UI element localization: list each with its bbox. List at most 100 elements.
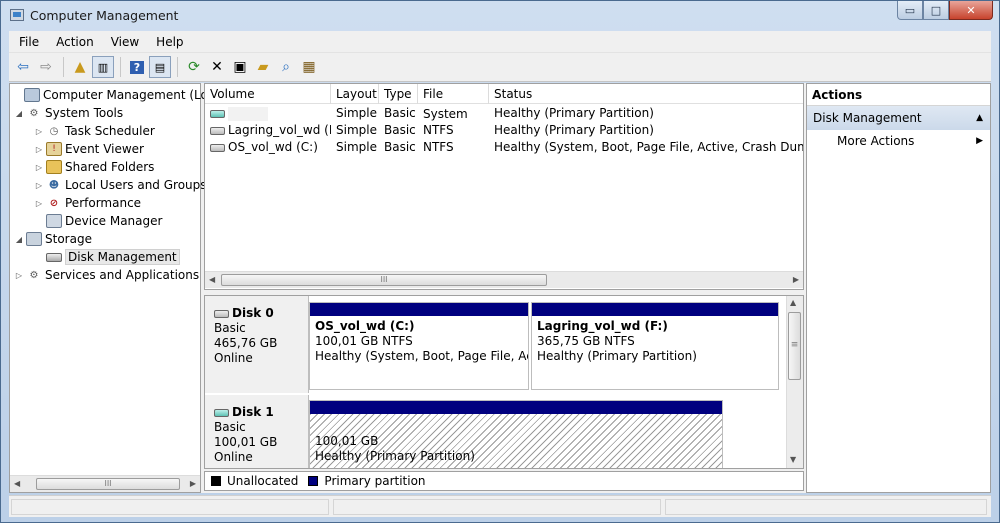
- menu-view[interactable]: View: [101, 35, 146, 49]
- expand-arrow-icon[interactable]: ▷: [14, 271, 24, 280]
- expand-arrow-icon[interactable]: ▷: [34, 199, 44, 208]
- scroll-down-icon[interactable]: ▼: [790, 455, 796, 464]
- disk-type: Basic: [214, 420, 246, 434]
- back-icon[interactable]: ⇦: [12, 56, 34, 78]
- toolbar-separator: [177, 57, 178, 77]
- actions-heading: Actions: [807, 84, 990, 106]
- partition-os-vol-wd[interactable]: OS_vol_wd (C:) 100,01 GB NTFS Healthy (S…: [309, 302, 529, 390]
- column-header-layout[interactable]: Layout: [331, 84, 379, 104]
- refresh-icon[interactable]: ⟳: [183, 56, 205, 78]
- services-icon: ⚙: [29, 269, 39, 281]
- collapse-section-icon[interactable]: ▲: [976, 106, 983, 130]
- disk-management-icon: [46, 252, 62, 262]
- tree-item-label: Event Viewer: [65, 142, 144, 156]
- properties-icon[interactable]: ▣: [229, 56, 251, 78]
- tree-item-label: Disk Management: [65, 249, 180, 265]
- partition-disk-1[interactable]: 100,01 GB Healthy (Primary Partition): [309, 400, 723, 468]
- expand-arrow-icon[interactable]: ▷: [34, 181, 44, 190]
- menu-action[interactable]: Action: [46, 35, 101, 49]
- tree-item-disk-management[interactable]: Disk Management: [34, 248, 180, 266]
- volume-list: Volume Layout Type File System Status Si…: [204, 83, 804, 290]
- menu-file[interactable]: File: [9, 35, 46, 49]
- tree-horizontal-scrollbar[interactable]: ◀ III ▶: [10, 475, 200, 492]
- volume-list-horizontal-scrollbar[interactable]: ◀ III ▶: [205, 271, 803, 288]
- partition-lagring-vol-wd[interactable]: Lagring_vol_wd (F:) 365,75 GB NTFS Healt…: [531, 302, 779, 390]
- collapse-arrow-icon[interactable]: ◢: [14, 235, 24, 244]
- volume-row[interactable]: OS_vol_wd (C:) Simple Basic NTFS Healthy…: [205, 139, 803, 156]
- tree-item-computer-management[interactable]: Computer Management (Local): [12, 86, 230, 104]
- maximize-button[interactable]: □: [923, 1, 949, 20]
- disk-0-info[interactable]: Disk 0 Basic 465,76 GB Online: [205, 296, 309, 393]
- menu-help[interactable]: Help: [146, 35, 190, 49]
- scrollbar-thumb[interactable]: III: [36, 478, 180, 490]
- disk-size: 465,76 GB: [214, 336, 278, 350]
- show-hide-action-pane-icon[interactable]: ▤: [149, 56, 171, 78]
- minimize-button[interactable]: ▭: [897, 1, 923, 20]
- volume-file-system: [418, 105, 489, 122]
- tree-item-label: Storage: [45, 232, 92, 246]
- show-hide-tree-icon[interactable]: ▥: [92, 56, 114, 78]
- help-icon[interactable]: ?: [126, 56, 148, 78]
- close-button[interactable]: ✕: [949, 1, 993, 20]
- volume-status: Healthy (Primary Partition): [494, 123, 654, 137]
- disk-view-vertical-scrollbar[interactable]: ▲ ≡ ▼: [786, 296, 803, 468]
- partition-size: 365,75 GB NTFS: [537, 334, 635, 348]
- expand-arrow-icon[interactable]: ▷: [34, 145, 44, 154]
- disk-graphical-view: Disk 0 Basic 465,76 GB Online OS_vol_wd …: [204, 295, 804, 469]
- disk-1-info[interactable]: Disk 1 Basic 100,01 GB Online: [205, 395, 309, 468]
- collapse-arrow-icon[interactable]: ◢: [14, 109, 24, 118]
- actions-section-disk-management[interactable]: Disk Management ▲: [807, 106, 990, 130]
- scrollbar-thumb[interactable]: ≡: [788, 312, 801, 380]
- partition-size: 100,01 GB NTFS: [315, 334, 413, 348]
- scroll-up-icon[interactable]: ▲: [790, 298, 796, 307]
- scroll-right-icon[interactable]: ▶: [190, 479, 196, 488]
- tree-item-shared-folders[interactable]: ▷ Shared Folders: [34, 158, 154, 176]
- more-actions-item[interactable]: More Actions ▶: [807, 130, 990, 152]
- scroll-left-icon[interactable]: ◀: [14, 479, 20, 488]
- scroll-right-icon[interactable]: ▶: [793, 275, 799, 284]
- volume-row[interactable]: Lagring_vol_wd (F:) Simple Basic NTFS He…: [205, 122, 803, 139]
- tree-item-system-tools[interactable]: ◢ ⚙ System Tools: [14, 104, 123, 122]
- column-header-type[interactable]: Type: [379, 84, 418, 104]
- window-title: Computer Management: [30, 8, 179, 23]
- primary-partition-bar: [310, 303, 528, 316]
- forward-icon[interactable]: ⇨: [35, 56, 57, 78]
- open-folder-icon[interactable]: ▰: [252, 56, 274, 78]
- tree-item-services-and-applications[interactable]: ▷ ⚙ Services and Applications: [14, 266, 199, 284]
- volume-layout: Simple: [336, 123, 377, 137]
- tools-icon: ⚙: [29, 107, 39, 119]
- partition-name: Lagring_vol_wd (F:): [537, 319, 668, 333]
- volume-row[interactable]: Simple Basic Healthy (Primary Partition): [205, 105, 803, 122]
- performance-icon: ⊘: [49, 197, 59, 209]
- console-tree: Computer Management (Local) ◢ ⚙ System T…: [9, 83, 230, 493]
- tree-item-storage[interactable]: ◢ Storage: [14, 230, 92, 248]
- scrollbar-thumb[interactable]: III: [221, 274, 547, 286]
- expand-arrow-icon[interactable]: ▷: [34, 163, 44, 172]
- tree-item-local-users-and-groups[interactable]: ▷ ☻ Local Users and Groups: [34, 176, 207, 194]
- delete-icon[interactable]: ✕: [206, 56, 228, 78]
- tree-item-device-manager[interactable]: Device Manager: [34, 212, 162, 230]
- tree-item-task-scheduler[interactable]: ▷ ◷ Task Scheduler: [34, 122, 155, 140]
- disk-state: Online: [214, 450, 253, 464]
- expand-arrow-icon[interactable]: ▷: [34, 127, 44, 136]
- up-folder-icon[interactable]: ▲: [69, 56, 91, 78]
- tree-item-performance[interactable]: ▷ ⊘ Performance: [34, 194, 141, 212]
- primary-partition-swatch: [308, 476, 319, 486]
- tree-item-event-viewer[interactable]: ▷ ! Event Viewer: [34, 140, 144, 158]
- column-header-volume[interactable]: Volume: [205, 84, 331, 104]
- more-actions-label: More Actions: [837, 134, 915, 148]
- toolbar-separator: [63, 57, 64, 77]
- disk-type: Basic: [214, 321, 246, 335]
- event-viewer-icon: !: [46, 142, 62, 156]
- column-header-file-system[interactable]: File System: [418, 84, 489, 121]
- status-bar-section: [11, 499, 329, 515]
- format-disk-icon[interactable]: ▦: [298, 56, 320, 78]
- menu-bar: File Action View Help: [9, 31, 991, 53]
- search-icon[interactable]: ⌕: [275, 56, 297, 78]
- users-icon: ☻: [48, 179, 60, 191]
- toolbar: ⇦ ⇨ ▲ ▥ ? ▤ ⟳ ✕ ▣ ▰ ⌕ ▦: [9, 53, 991, 82]
- title-bar[interactable]: Computer Management ▭ □ ✕: [1, 1, 999, 31]
- volume-file-system: NTFS: [423, 140, 454, 154]
- scroll-left-icon[interactable]: ◀: [209, 275, 215, 284]
- column-header-status[interactable]: Status: [489, 84, 803, 104]
